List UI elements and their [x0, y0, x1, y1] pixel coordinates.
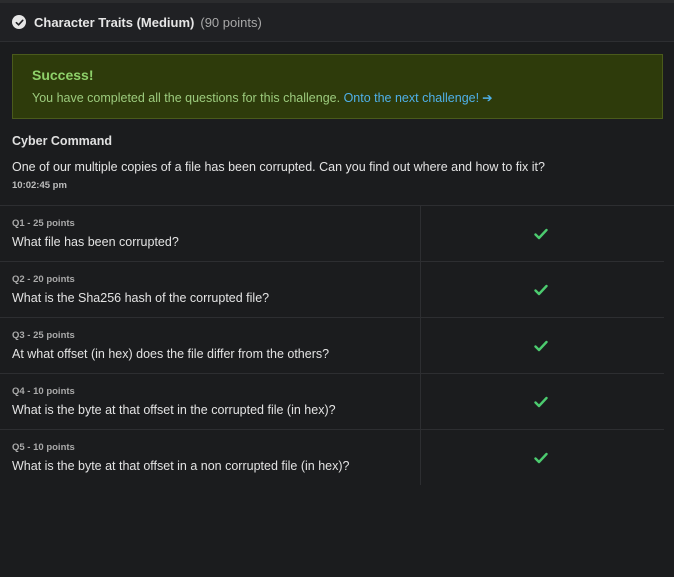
- checkmark-icon: [533, 228, 548, 239]
- next-challenge-link[interactable]: Onto the next challenge!: [344, 91, 480, 105]
- question-cell: Q5 - 10 points What is the byte at that …: [0, 430, 421, 485]
- completed-check-icon: [12, 15, 26, 29]
- question-meta: Q2 - 20 points: [12, 274, 75, 285]
- question-row: Q5 - 10 points What is the byte at that …: [0, 430, 664, 485]
- question-meta: Q3 - 25 points: [12, 330, 75, 341]
- question-row: Q4 - 10 points What is the byte at that …: [0, 374, 664, 430]
- question-text: What is the byte at that offset in the c…: [12, 403, 336, 417]
- checkmark-icon: [533, 452, 548, 463]
- question-cell: Q4 - 10 points What is the byte at that …: [0, 374, 421, 429]
- question-cell: Q2 - 20 points What is the Sha256 hash o…: [0, 262, 421, 317]
- question-cell: Q1 - 25 points What file has been corrup…: [0, 206, 421, 261]
- question-text: At what offset (in hex) does the file di…: [12, 347, 330, 361]
- question-row: Q1 - 25 points What file has been corrup…: [0, 206, 664, 262]
- question-status: [421, 318, 664, 373]
- challenge-points: (90 points): [200, 14, 262, 30]
- alert-title: Success!: [32, 67, 94, 83]
- success-alert: Success! You have completed all the ques…: [12, 54, 663, 119]
- question-text: What file has been corrupted?: [12, 235, 179, 249]
- alert-message: You have completed all the questions for…: [32, 90, 643, 105]
- task-name: Cyber Command: [12, 134, 113, 148]
- checkmark-icon: [533, 340, 548, 351]
- question-row: Q2 - 20 points What is the Sha256 hash o…: [0, 262, 664, 318]
- questions-table: Q1 - 25 points What file has been corrup…: [0, 205, 674, 485]
- question-cell: Q3 - 25 points At what offset (in hex) d…: [0, 318, 421, 373]
- question-status: [421, 206, 664, 261]
- checkmark-icon: [533, 284, 548, 295]
- task-timestamp: 10:02:45 pm: [12, 180, 67, 191]
- question-status: [421, 430, 664, 485]
- question-text: What is the byte at that offset in a non…: [12, 459, 350, 473]
- question-text: What is the Sha256 hash of the corrupted…: [12, 291, 270, 305]
- challenge-title: Character Traits (Medium): [34, 14, 195, 30]
- arrow-right-icon[interactable]: ➔: [482, 91, 492, 105]
- question-row: Q3 - 25 points At what offset (in hex) d…: [0, 318, 664, 374]
- task-block: Cyber Command One of our multiple copies…: [12, 134, 662, 191]
- alert-message-text: You have completed all the questions for…: [32, 91, 341, 105]
- question-meta: Q4 - 10 points: [12, 386, 75, 397]
- checkmark-icon: [533, 396, 548, 407]
- question-meta: Q1 - 25 points: [12, 218, 75, 229]
- question-meta: Q5 - 10 points: [12, 442, 75, 453]
- question-status: [421, 374, 664, 429]
- task-description: One of our multiple copies of a file has…: [12, 160, 545, 174]
- question-status: [421, 262, 664, 317]
- challenge-header[interactable]: Character Traits (Medium) (90 points): [0, 3, 674, 42]
